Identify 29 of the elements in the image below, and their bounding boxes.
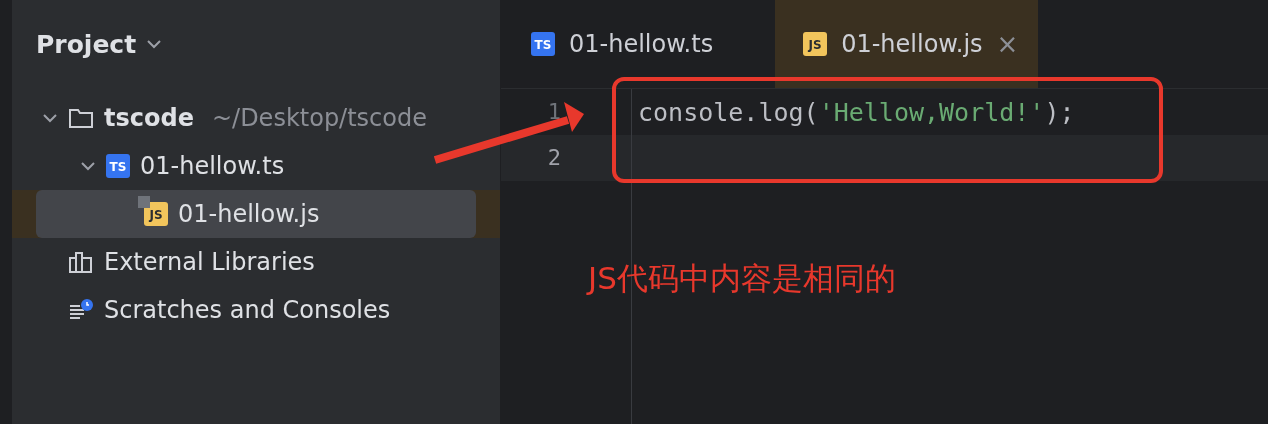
folder-icon — [68, 107, 94, 129]
chevron-icon[interactable] — [80, 160, 96, 172]
editor-tab[interactable]: TS 01-hellow.ts — [531, 0, 740, 88]
line-number: 2 — [501, 135, 632, 181]
chevron-icon[interactable] — [42, 112, 58, 124]
javascript-file-icon: JS — [144, 202, 168, 226]
editor-tab[interactable]: JS 01-hellow.js × — [775, 0, 1039, 88]
tree-row[interactable]: External Libraries — [12, 238, 500, 286]
tree-row[interactable]: Scratches and Consoles — [12, 286, 500, 334]
scratches-icon — [68, 298, 94, 322]
path-hint: ~/Desktop/tscode — [211, 104, 427, 132]
excluded-badge-icon — [138, 196, 150, 208]
javascript-file-icon: JS — [803, 32, 828, 56]
tree-item-label: 01-hellow.ts — [140, 152, 285, 180]
annotation-text: JS代码中内容是相同的 — [588, 259, 896, 298]
chevron-icon[interactable] — [146, 38, 163, 50]
close-icon[interactable]: × — [996, 29, 1019, 59]
code-line: console.log('Hellow,World!'); — [637, 97, 1075, 127]
tree-row[interactable]: TS 01-hellow.ts — [12, 142, 500, 190]
typescript-file-icon: TS — [531, 32, 555, 56]
tree-item-label: Scratches and Consoles — [104, 296, 391, 324]
tree-item-label: External Libraries — [104, 248, 315, 276]
panel-title[interactable]: Project — [36, 29, 137, 59]
library-icon — [68, 250, 94, 274]
tree-item-label: 01-hellow.js — [178, 200, 320, 228]
tree-row[interactable]: JS 01-hellow.js — [12, 190, 500, 238]
tree-item-label: tscode — [104, 104, 194, 132]
typescript-file-icon: TS — [106, 154, 130, 178]
tree-row[interactable]: tscode ~/Desktop/tscode — [12, 94, 500, 142]
